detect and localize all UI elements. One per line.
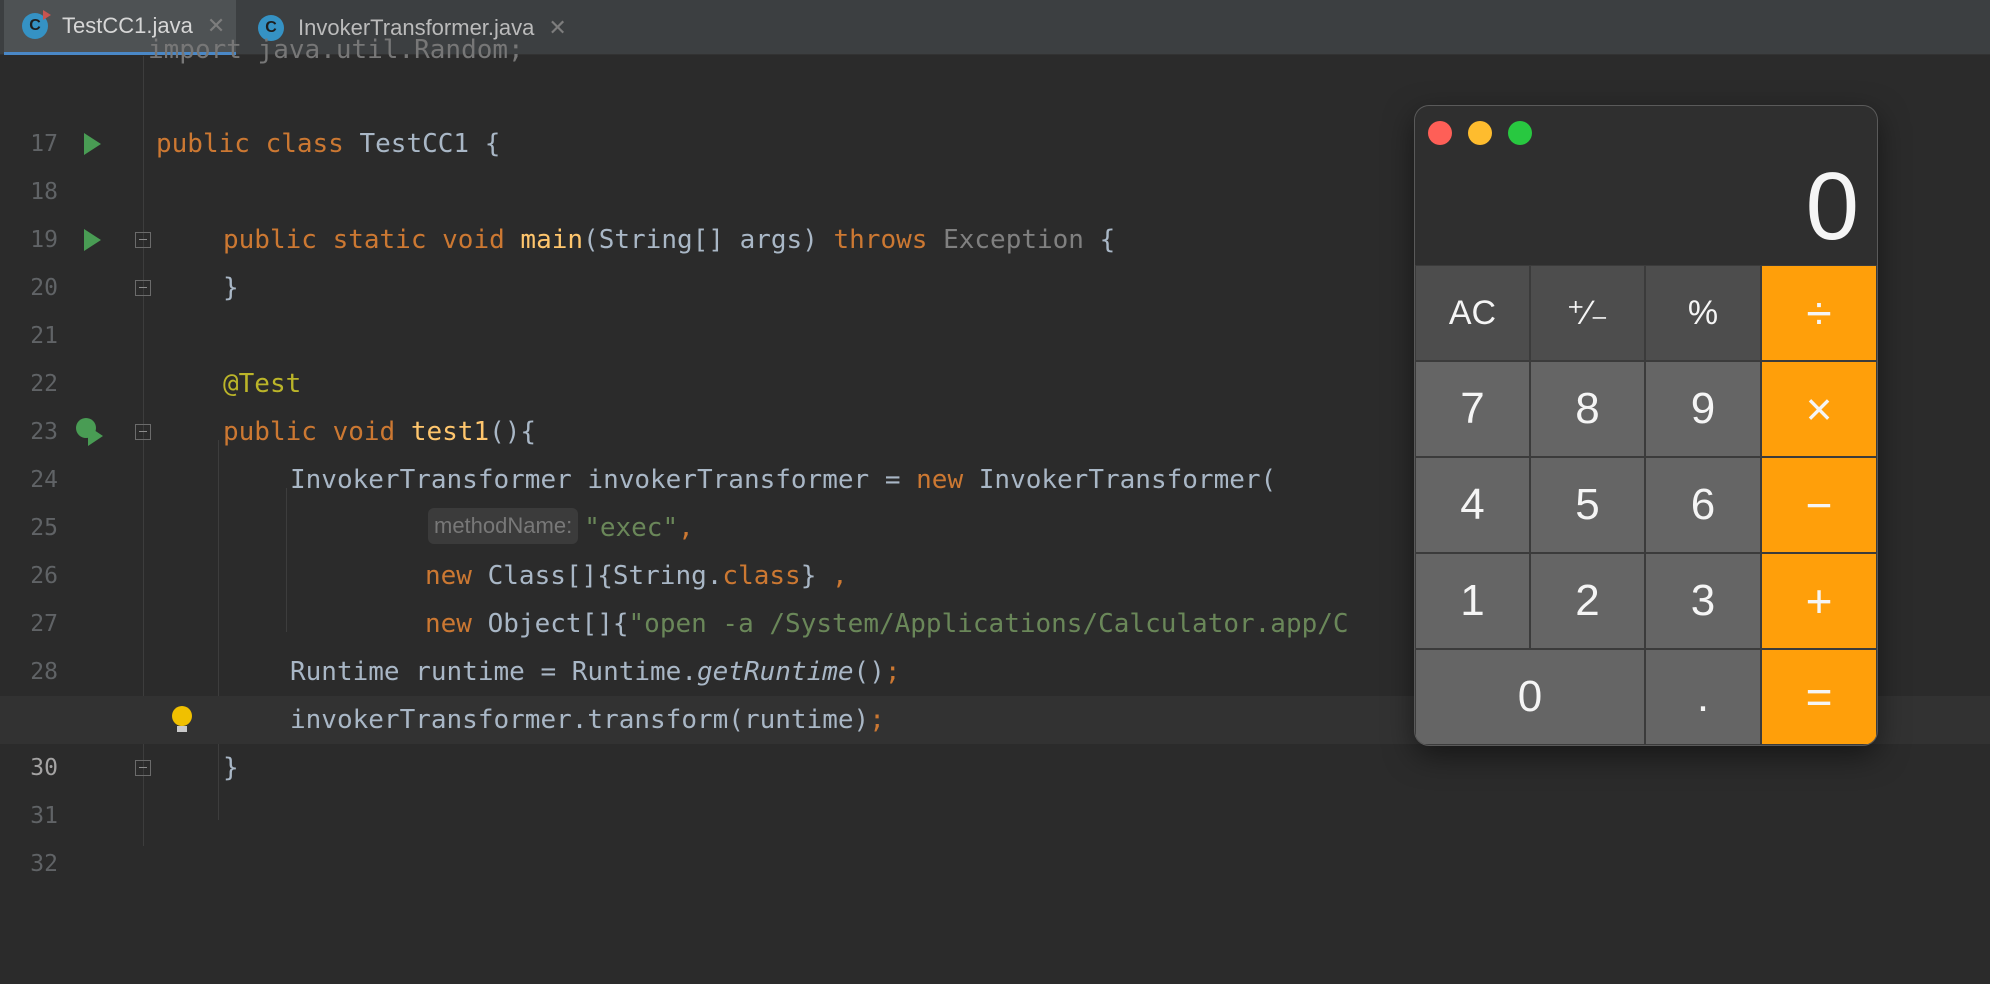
clear-button[interactable]: AC xyxy=(1415,265,1530,361)
calculator-window[interactable]: 0 AC ⁺∕₋ % ÷ 7 8 9 × 4 5 6 − 1 2 3 + 0 .… xyxy=(1415,106,1877,745)
code-line: 31 } xyxy=(0,744,1990,829)
digit-3-button[interactable]: 3 xyxy=(1645,553,1761,649)
sign-toggle-button[interactable]: ⁺∕₋ xyxy=(1530,265,1645,361)
digit-2-button[interactable]: 2 xyxy=(1530,553,1645,649)
close-window-button[interactable] xyxy=(1428,121,1452,145)
fold-icon[interactable] xyxy=(135,280,151,296)
code-text: import java.util.Random; xyxy=(148,35,524,65)
minus-button[interactable]: − xyxy=(1761,457,1877,553)
calculator-display: 0 xyxy=(1805,153,1859,260)
fold-icon[interactable] xyxy=(135,232,151,248)
code-line-partial: import java.util.Random; xyxy=(0,26,1990,74)
digit-1-button[interactable]: 1 xyxy=(1415,553,1530,649)
digit-6-button[interactable]: 6 xyxy=(1645,457,1761,553)
minimize-window-button[interactable] xyxy=(1468,121,1492,145)
percent-button[interactable]: % xyxy=(1645,265,1761,361)
digit-8-button[interactable]: 8 xyxy=(1530,361,1645,457)
decimal-button[interactable]: . xyxy=(1645,649,1761,745)
line-number: 32 xyxy=(30,851,58,877)
digit-7-button[interactable]: 7 xyxy=(1415,361,1530,457)
annotation: @Test xyxy=(223,369,302,399)
plus-button[interactable]: + xyxy=(1761,553,1877,649)
digit-9-button[interactable]: 9 xyxy=(1645,361,1761,457)
run-test-passed-icon[interactable] xyxy=(76,418,106,446)
multiply-button[interactable]: × xyxy=(1761,361,1877,457)
calculator-keypad: AC ⁺∕₋ % ÷ 7 8 9 × 4 5 6 − 1 2 3 + 0 . = xyxy=(1415,265,1877,745)
lightbulb-icon[interactable] xyxy=(172,706,192,732)
run-icon[interactable] xyxy=(84,229,101,251)
fold-icon[interactable] xyxy=(135,424,151,440)
parameter-hint: methodName: xyxy=(428,507,579,544)
code-line: 32 xyxy=(0,792,1990,877)
zoom-window-button[interactable] xyxy=(1508,121,1532,145)
digit-4-button[interactable]: 4 xyxy=(1415,457,1530,553)
equals-button[interactable]: = xyxy=(1761,649,1877,745)
fold-icon[interactable] xyxy=(135,760,151,776)
digit-5-button[interactable]: 5 xyxy=(1530,457,1645,553)
run-icon[interactable] xyxy=(84,133,101,155)
divide-button[interactable]: ÷ xyxy=(1761,265,1877,361)
digit-0-button[interactable]: 0 xyxy=(1415,649,1645,745)
